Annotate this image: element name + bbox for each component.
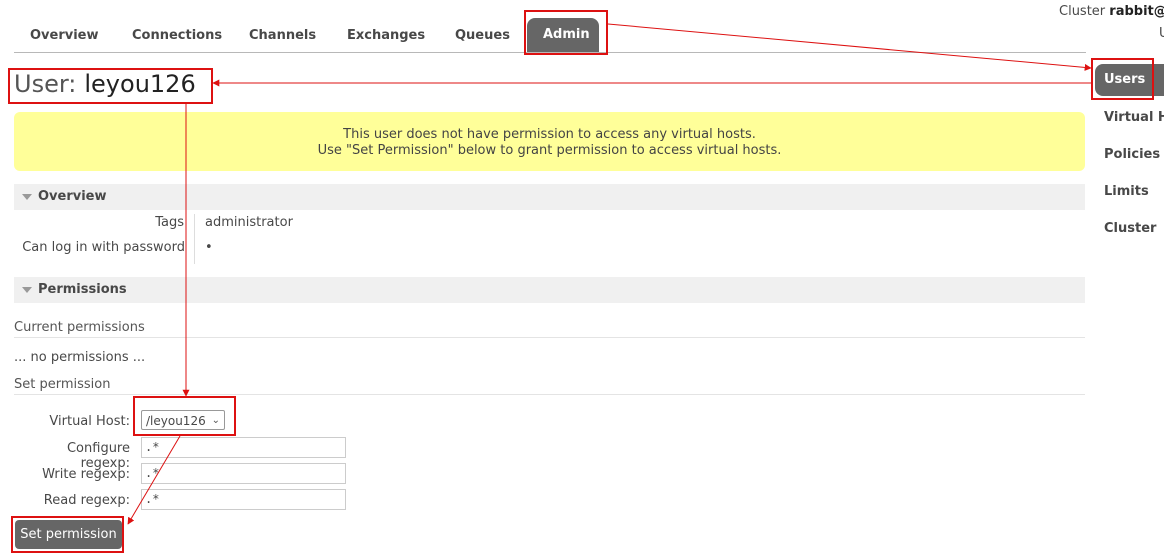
sidebar-item-virtual-hosts[interactable]: Virtual Ho — [1104, 110, 1164, 125]
overview-header-label: Overview — [38, 189, 107, 204]
management-page: Overview Connections Channels Exchanges … — [0, 0, 1164, 557]
chevron-down-icon: ⌄ — [211, 415, 220, 426]
user-name: leyou126 — [84, 70, 196, 98]
tab-overview[interactable]: Overview — [14, 20, 115, 52]
password-value: • — [205, 240, 213, 255]
vhost-select[interactable]: /leyou126 ⌄ — [141, 410, 225, 430]
set-permission-heading: Set permission — [14, 377, 1085, 395]
main-tabs: Overview Connections Channels Exchanges … — [14, 14, 1086, 53]
set-permission-button[interactable]: Set permission — [15, 520, 122, 549]
permission-warning: This user does not have permission to ac… — [14, 112, 1085, 171]
current-permissions-heading: Current permissions — [14, 320, 1085, 338]
tags-value: administrator — [205, 215, 293, 230]
read-label: Read regexp: — [43, 493, 130, 508]
title-prefix: User: — [14, 70, 77, 98]
tab-connections[interactable]: Connections — [116, 20, 238, 52]
cluster-info: Cluster rabbit@D — [1059, 4, 1164, 19]
tab-exchanges[interactable]: Exchanges — [331, 20, 441, 52]
password-label: Can log in with password — [22, 240, 185, 255]
warning-line-1: This user does not have permission to ac… — [343, 127, 756, 142]
tags-label: Tags — [155, 215, 184, 230]
read-regexp-input[interactable]: .* — [141, 489, 346, 510]
tab-queues[interactable]: Queues — [439, 20, 526, 52]
page-title: User: leyou126 — [14, 70, 196, 98]
write-regexp-input[interactable]: .* — [141, 463, 346, 484]
kv-divider — [194, 214, 195, 264]
cluster-name: rabbit@D — [1109, 4, 1164, 19]
write-label: Write regexp: — [42, 467, 130, 482]
sidebar-item-limits[interactable]: Limits — [1104, 184, 1149, 199]
user-info: U — [1159, 26, 1164, 41]
sidebar-item-cluster[interactable]: Cluster — [1104, 221, 1156, 236]
configure-regexp-input[interactable]: .* — [141, 437, 346, 458]
tab-admin[interactable]: Admin — [527, 18, 599, 52]
sidebar-item-policies[interactable]: Policies — [1104, 147, 1160, 162]
collapse-triangle-icon — [22, 286, 32, 293]
warning-line-2: Use "Set Permission" below to grant perm… — [317, 143, 782, 158]
collapse-triangle-icon — [22, 193, 32, 200]
no-permissions-text: ... no permissions ... — [14, 350, 146, 365]
cluster-label: Cluster — [1059, 4, 1106, 19]
sidebar-item-users[interactable]: Users — [1095, 64, 1164, 96]
permissions-section-header[interactable]: Permissions — [14, 277, 1085, 303]
vhost-label: Virtual Host: — [49, 414, 130, 429]
overview-section-header[interactable]: Overview — [14, 184, 1085, 210]
permissions-header-label: Permissions — [38, 282, 127, 297]
vhost-select-value: /leyou126 — [146, 414, 206, 428]
tab-channels[interactable]: Channels — [233, 20, 332, 52]
